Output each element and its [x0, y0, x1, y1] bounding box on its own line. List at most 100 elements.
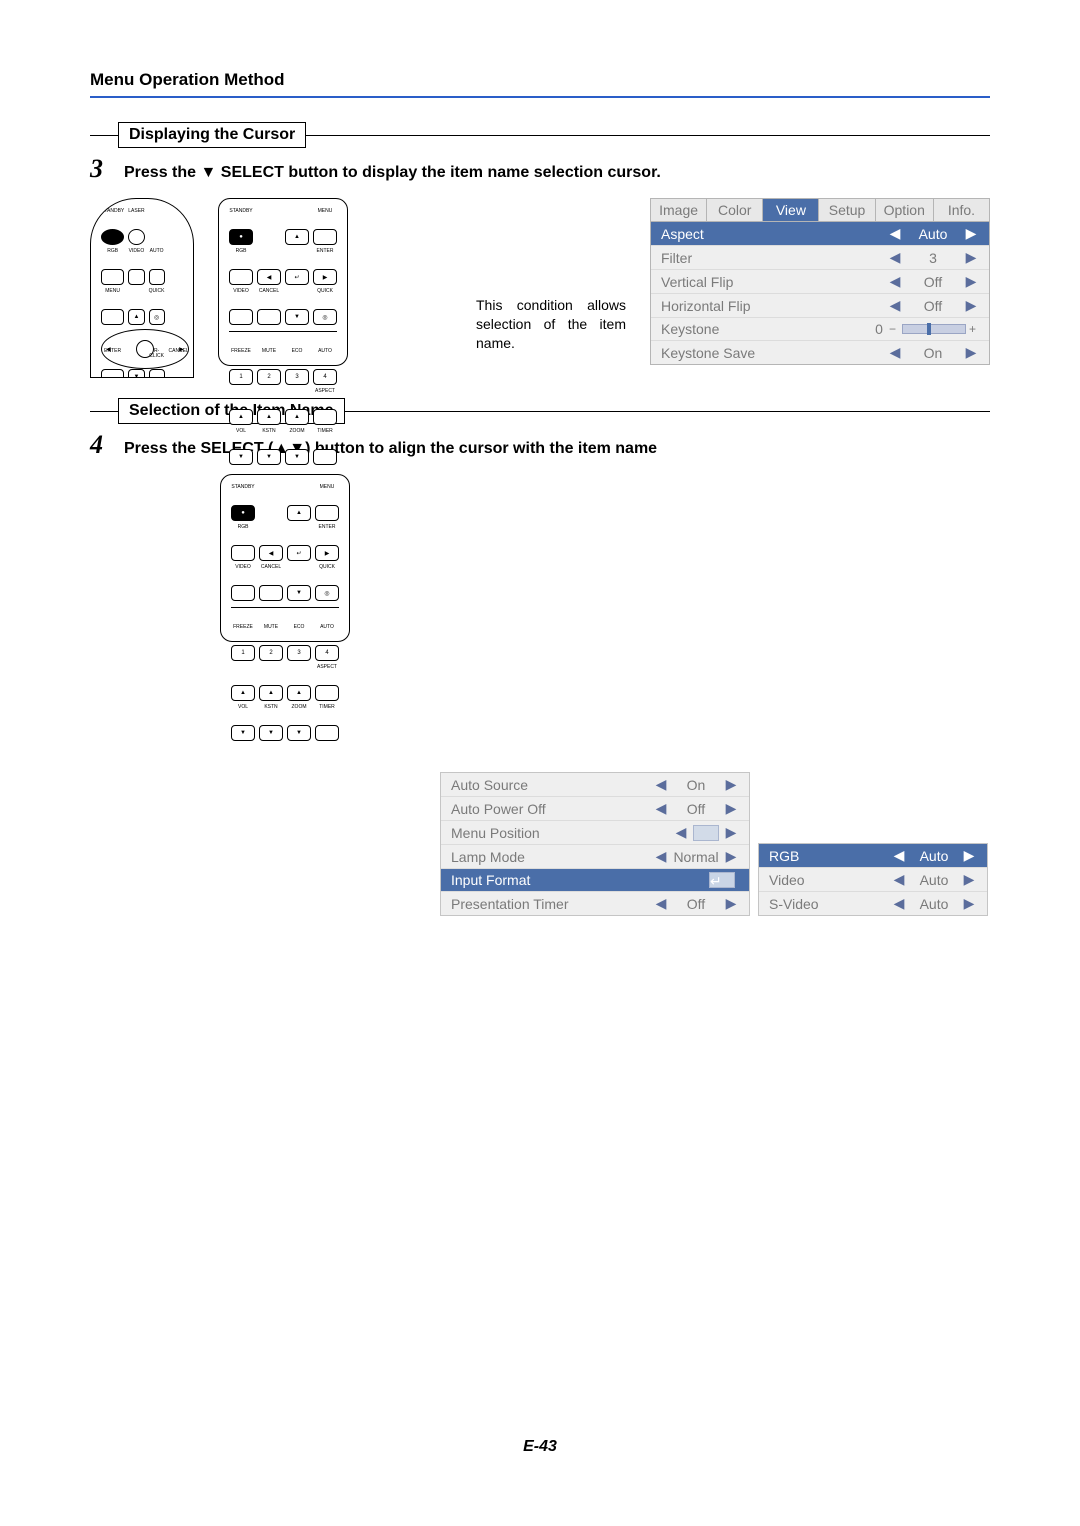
up-button: ▲	[285, 229, 309, 245]
osd-item-label: Aspect	[661, 226, 887, 242]
row-video[interactable]: Video ◀ Auto ▶	[759, 867, 987, 891]
tab-view[interactable]: View	[763, 199, 819, 221]
left-arrow-icon[interactable]: ◀	[887, 225, 903, 242]
step-3-text: Press the SELECT button to display the i…	[124, 164, 661, 182]
left-arrow-icon[interactable]: ◀	[891, 895, 907, 912]
label: ECO	[285, 349, 309, 365]
right-arrow-icon[interactable]: ▶	[723, 848, 739, 865]
timer-button	[315, 725, 339, 741]
left-arrow-icon[interactable]: ◀	[887, 297, 903, 314]
down-button: ▼	[128, 369, 144, 378]
left-arrow-icon[interactable]: ◀	[887, 273, 903, 290]
label: TIMER	[315, 705, 339, 721]
tab-image[interactable]: Image	[651, 199, 707, 221]
osd-row-hflip[interactable]: Horizontal Flip ◀ Off ▶	[651, 293, 989, 317]
num3-button: 3	[287, 645, 311, 661]
vol-down-button: ▼	[231, 725, 255, 741]
right-arrow-icon[interactable]: ▶	[961, 847, 977, 864]
step-number-4: 4	[90, 432, 116, 458]
row-rgb[interactable]: RGB ◀ Auto ▶	[759, 844, 987, 867]
row-svideo[interactable]: S-Video ◀ Auto ▶	[759, 891, 987, 915]
osd-view-menu: Image Color View Setup Option Info. Aspe…	[650, 198, 990, 365]
osd-row-vflip[interactable]: Vertical Flip ◀ Off ▶	[651, 269, 989, 293]
osd-item-label: Horizontal Flip	[661, 298, 887, 314]
tab-setup[interactable]: Setup	[819, 199, 875, 221]
step3-pre: Press the	[124, 164, 200, 181]
label: QUICK	[315, 565, 339, 581]
plus-icon: +	[969, 322, 979, 336]
standby-button	[101, 229, 124, 245]
right-arrow-icon[interactable]: ▶	[723, 824, 739, 841]
right-arrow-icon[interactable]: ▶	[723, 800, 739, 817]
label: CANCEL	[257, 289, 281, 305]
left-arrow-icon[interactable]: ◀	[653, 895, 669, 912]
enter-button	[101, 369, 124, 378]
tab-info[interactable]: Info.	[934, 199, 989, 221]
right-arrow-icon[interactable]: ▶	[723, 776, 739, 793]
osd-item-label: Auto Source	[451, 777, 653, 793]
left-arrow-icon[interactable]: ◀	[887, 344, 903, 361]
left-arrow-icon[interactable]: ◀	[891, 871, 907, 888]
right-arrow-icon[interactable]: ▶	[963, 297, 979, 314]
osd-item-value: Off	[669, 801, 723, 817]
quick-button: ◎	[315, 585, 339, 601]
left-arrow-icon[interactable]: ◀	[653, 776, 669, 793]
osd-item-label: Vertical Flip	[661, 274, 887, 290]
osd-item-value: Auto	[907, 872, 961, 888]
row-presentation-timer[interactable]: Presentation Timer ◀ Off ▶	[441, 891, 749, 915]
left-button: ◀	[257, 269, 281, 285]
label: VIDEO	[231, 565, 255, 581]
osd-row-keystone[interactable]: Keystone 0 − +	[651, 317, 989, 340]
left-arrow-icon[interactable]: ◀	[673, 824, 689, 841]
right-button: ▶	[313, 269, 337, 285]
vol-up-button: ▲	[229, 409, 253, 425]
tab-option[interactable]: Option	[876, 199, 934, 221]
cancel-button	[257, 309, 281, 325]
right-arrow-icon[interactable]: ▶	[963, 344, 979, 361]
row-input-format[interactable]: Input Format ↵	[441, 868, 749, 891]
right-arrow-icon[interactable]: ▶	[963, 249, 979, 266]
osd-item-label: S-Video	[769, 896, 891, 912]
standby-button: ●	[229, 229, 253, 245]
label: RGB	[229, 249, 253, 265]
quick-button: ◎	[313, 309, 337, 325]
label: ECO	[287, 625, 311, 641]
right-arrow-icon[interactable]: ▶	[963, 225, 979, 242]
osd-row-aspect[interactable]: Aspect ◀ Auto ▶	[651, 222, 989, 245]
zoom-up-button: ▲	[285, 409, 309, 425]
label: MENU	[101, 289, 124, 305]
num4-button: 4	[313, 369, 337, 385]
osd-item-label: Keystone Save	[661, 345, 887, 361]
rgb-button	[231, 545, 255, 561]
osd-item-value: 0	[869, 321, 889, 337]
slider-bar	[902, 324, 966, 334]
label: STANDBY	[229, 209, 253, 225]
menu-position-icon	[693, 825, 719, 841]
right-arrow-icon[interactable]: ▶	[723, 895, 739, 912]
right-arrow-icon[interactable]: ▶	[961, 871, 977, 888]
tab-color[interactable]: Color	[707, 199, 763, 221]
osd-item-label: Video	[769, 872, 891, 888]
row-auto-poweroff[interactable]: Auto Power Off ◀ Off ▶	[441, 796, 749, 820]
right-arrow-icon[interactable]: ▶	[961, 895, 977, 912]
osd-item-label: Auto Power Off	[451, 801, 653, 817]
label: QUICK	[149, 289, 165, 305]
label: RGB	[101, 249, 124, 265]
left-arrow-icon[interactable]: ◀	[891, 847, 907, 864]
kstn-up-button: ▲	[257, 409, 281, 425]
row-auto-source[interactable]: Auto Source ◀ On ▶	[441, 773, 749, 796]
right-arrow-icon[interactable]: ▶	[963, 273, 979, 290]
row-lamp-mode[interactable]: Lamp Mode ◀ Normal ▶	[441, 844, 749, 868]
keystone-slider[interactable]: − +	[889, 324, 979, 334]
left-arrow-icon[interactable]: ◀	[653, 848, 669, 865]
osd-row-filter[interactable]: Filter ◀ 3 ▶	[651, 245, 989, 269]
osd-item-value: Auto	[907, 896, 961, 912]
osd-row-keystonesave[interactable]: Keystone Save ◀ On ▶	[651, 340, 989, 364]
row-menu-position[interactable]: Menu Position ◀ ▶	[441, 820, 749, 844]
left-arrow-icon[interactable]: ◀	[887, 249, 903, 266]
left-arrow-icon[interactable]: ◀	[653, 800, 669, 817]
step3-caption: This condition allows selection of the i…	[476, 296, 626, 353]
label: MUTE	[259, 625, 283, 641]
enter-button: ↵	[285, 269, 309, 285]
osd-item-label: Presentation Timer	[451, 896, 653, 912]
